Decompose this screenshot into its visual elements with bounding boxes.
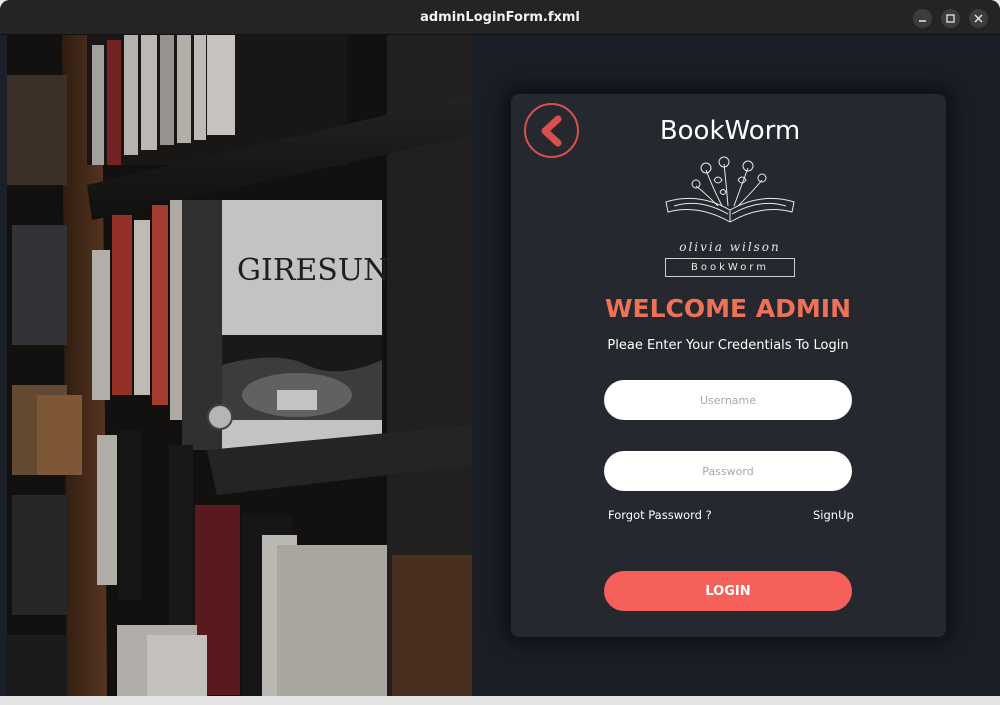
username-input[interactable]: [604, 380, 852, 420]
signup-link[interactable]: SignUp: [813, 508, 854, 522]
logo-wordmark: BookWorm: [665, 258, 795, 277]
window-title: adminLoginForm.fxml: [420, 10, 580, 25]
close-button[interactable]: [969, 9, 988, 28]
maximize-icon: [946, 14, 955, 23]
back-button[interactable]: [524, 103, 579, 158]
maximize-button[interactable]: [941, 9, 960, 28]
app-window: adminLoginForm.fxml GIRESUN BookWorm oli…: [0, 0, 1000, 705]
welcome-heading: WELCOME ADMIN: [604, 294, 852, 323]
brand-title: BookWorm: [659, 116, 801, 146]
minimize-button[interactable]: [913, 9, 932, 28]
logo-script-text: olivia wilson: [679, 240, 781, 254]
window-border-left: [0, 35, 7, 696]
password-input[interactable]: [604, 451, 852, 491]
bookshelf-photo: GIRESUN: [7, 35, 472, 696]
login-button[interactable]: LOGIN: [604, 571, 852, 611]
window-bottom-edge: [0, 696, 1000, 705]
forgot-password-link[interactable]: Forgot Password ?: [608, 508, 712, 522]
title-bar[interactable]: adminLoginForm.fxml: [0, 0, 1000, 35]
chevron-left-icon: [541, 115, 562, 147]
window-border-right: [993, 35, 1000, 696]
close-icon: [974, 14, 983, 23]
minimize-icon: [919, 20, 926, 22]
login-instructions: Pleae Enter Your Credentials To Login: [607, 338, 849, 353]
bookshelf-illustration: GIRESUN: [7, 35, 472, 696]
